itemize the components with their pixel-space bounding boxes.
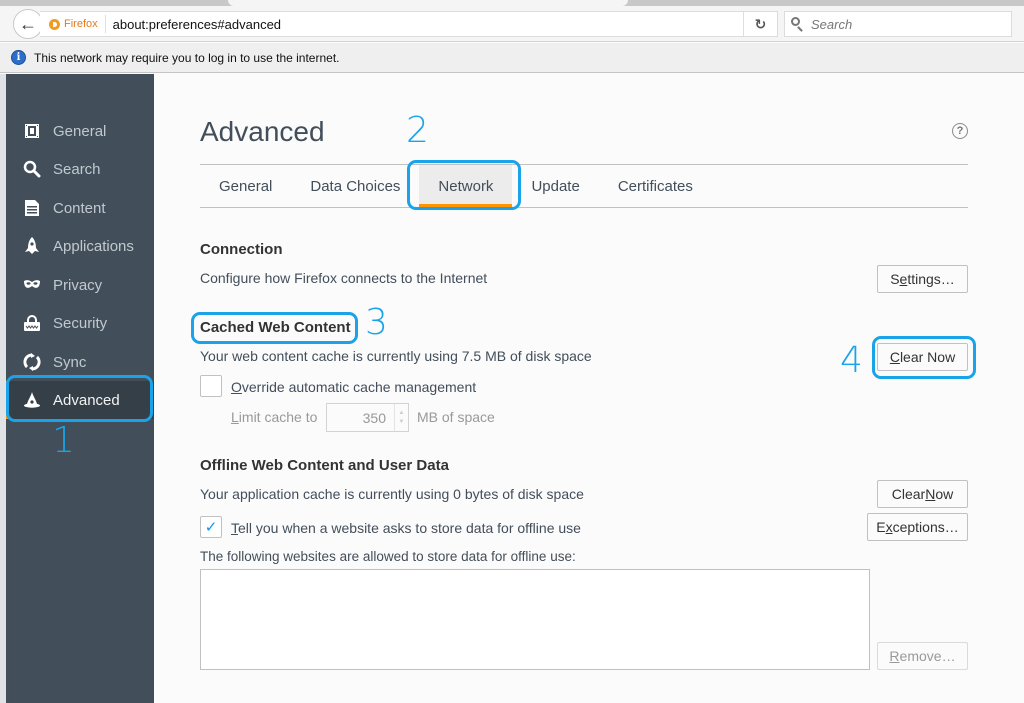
label-part: verride automatic cache management [241,379,477,395]
tab-certificates[interactable]: Certificates [599,165,712,207]
sidebar-item-label: Advanced [53,391,120,409]
url-input[interactable]: about:preferences#advanced [106,17,743,32]
search-icon [23,160,41,178]
accesskey: R [889,648,900,664]
preferences-pane: Advanced ? General Data Choices Network … [154,74,1024,703]
tab-network[interactable]: Network [419,165,513,207]
label-part: ceptions… [892,519,959,535]
cache-size-input[interactable]: 350 ▲ ▼ [326,403,409,432]
label-part: ttings… [907,271,955,287]
connection-settings-button[interactable]: Se ttings… [877,265,968,293]
spinner-arrows[interactable]: ▲ ▼ [394,404,408,431]
sidebar-item-applications[interactable]: Applications [6,227,154,265]
advanced-wizard-hat-icon [23,391,41,409]
accesskey: e [899,271,908,287]
offline-notify-label[interactable]: Tell you when a website asks to store da… [231,520,581,536]
accesskey: N [925,486,936,502]
notification-text: This network may require you to log in t… [34,50,340,65]
accesskey: L [231,409,239,425]
search-bar[interactable]: Search [784,11,1012,37]
cached-web-content-heading: Cached Web Content [200,319,351,336]
sync-icon [23,353,41,371]
override-cache-label[interactable]: Override automatic cache management [231,379,476,395]
security-lock-icon [23,314,41,332]
url-bar[interactable]: Firefox about:preferences#advanced ↻ [40,11,778,37]
search-input[interactable]: Search [811,17,852,32]
sidebar-item-sync[interactable]: Sync [6,343,154,381]
captive-portal-notification: i This network may require you to log in… [0,43,1024,73]
sidebar-item-general[interactable]: General [6,112,154,150]
clear-cache-button[interactable]: Clear Now [877,343,968,371]
label-part: ow [935,486,954,502]
sidebar-item-label: General [53,122,107,140]
sidebar-item-label: Applications [53,237,134,255]
identity-label: Firefox [64,18,98,30]
tab-general[interactable]: General [200,165,291,207]
label-part: emove… [899,648,956,664]
divider [200,207,968,208]
spin-down-icon[interactable]: ▼ [399,418,405,427]
back-arrow-icon: ← [19,13,37,34]
label-part: lear Now [899,349,956,365]
navigation-toolbar: ← Firefox about:preferences#advanced ↻ S… [0,6,1024,42]
sidebar-item-privacy[interactable]: Privacy [6,266,154,304]
cache-unit-label: MB of space [417,409,495,425]
sidebar-item-label: Security [53,314,108,332]
sidebar-item-label: Content [53,199,106,217]
preferences-sidebar: General Search Content Applications Priv… [0,74,154,703]
cache-usage-description: Your web content cache is currently usin… [200,348,592,364]
label-part: ell you when a website asks to store dat… [238,520,581,536]
accesskey: C [889,349,900,365]
spin-up-icon[interactable]: ▲ [399,409,405,418]
offline-notify-checkbox[interactable]: ✓ [200,516,222,538]
label-part: S [890,271,900,287]
privacy-mask-icon [23,276,41,294]
back-button[interactable]: ← [13,9,43,39]
help-icon[interactable]: ? [952,123,968,139]
override-cache-checkbox[interactable] [200,375,222,397]
page-title: Advanced [200,116,325,147]
info-icon: i [11,50,26,65]
sidebar-item-security[interactable]: Security [6,304,154,342]
limit-cache-label: Limit cache to [231,409,317,425]
sidebar-item-label: Sync [53,353,87,371]
label-part: E [876,519,886,535]
allowed-sites-label: The following websites are allowed to st… [200,549,576,564]
search-icon [791,17,805,32]
cache-size-value[interactable]: 350 [327,410,394,426]
applications-icon [23,237,41,255]
advanced-tabs: General Data Choices Network Update Cert… [200,165,712,207]
connection-description: Configure how Firefox connects to the In… [200,270,488,286]
sidebar-item-label: Search [53,160,101,178]
general-icon [23,122,41,140]
connection-heading: Connection [200,241,283,258]
identity-box[interactable]: Firefox [40,15,106,33]
offline-sites-list[interactable] [200,569,870,670]
checkmark-icon: ✓ [204,519,218,536]
offline-usage-description: Your application cache is currently usin… [200,486,584,502]
tab-update[interactable]: Update [512,165,598,207]
sidebar-item-advanced[interactable]: Advanced [6,381,154,419]
sidebar-item-label: Privacy [53,276,103,294]
offline-heading: Offline Web Content and User Data [200,457,449,474]
label-part: imit cache to [238,409,318,425]
tab-data-choices[interactable]: Data Choices [291,165,419,207]
accesskey: O [231,379,242,395]
clear-offline-button[interactable]: Clear Now [877,480,968,508]
remove-site-button[interactable]: Remove… [877,642,968,670]
sidebar-item-search[interactable]: Search [6,150,154,188]
firefox-logo-icon [49,18,60,30]
content-icon [23,199,41,217]
sidebar-item-content[interactable]: Content [6,189,154,227]
accesskey: x [885,519,893,535]
exceptions-button[interactable]: Ex ceptions… [867,513,968,541]
reload-icon[interactable]: ↻ [743,12,777,36]
accesskey: T [231,520,238,536]
label-part: Clear [891,486,926,502]
